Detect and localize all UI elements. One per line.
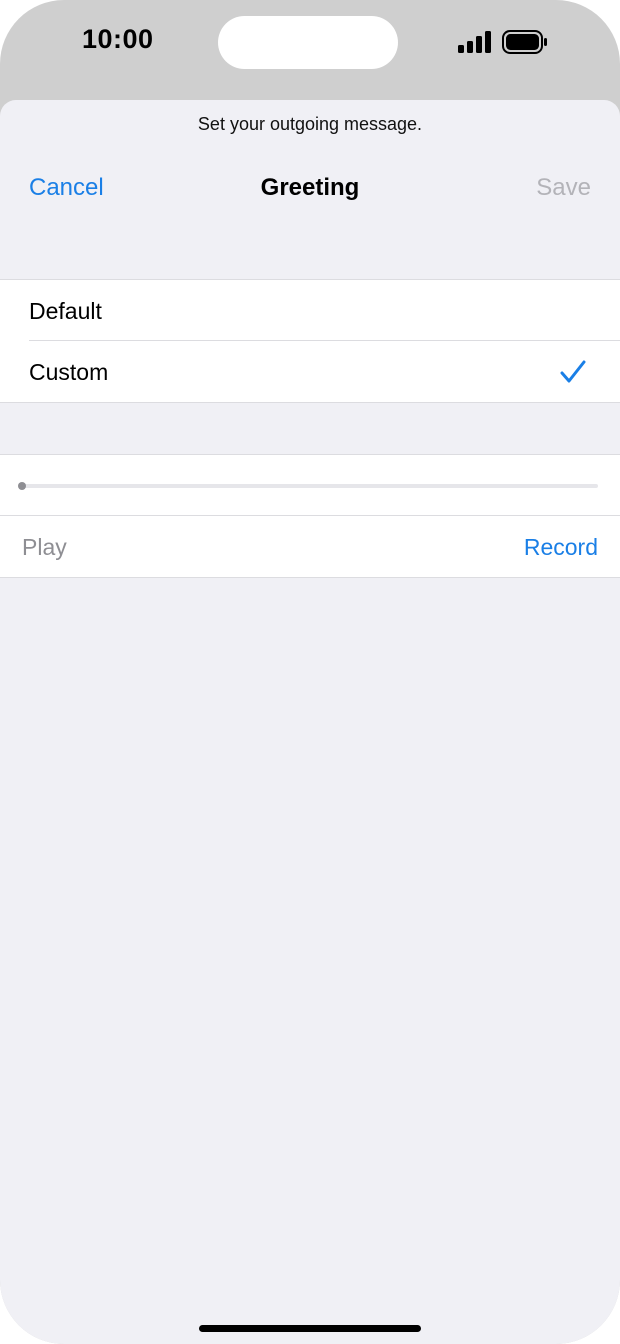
greeting-player: Play Record [0,454,620,578]
home-indicator[interactable] [199,1325,421,1332]
phone-screen: 10:00 Set your outgoing message. Cancel … [0,0,620,1344]
dynamic-island [218,16,398,69]
option-label: Custom [29,359,109,385]
sheet-subtitle: Set your outgoing message. [197,114,423,134]
scrubber-track[interactable] [22,484,598,488]
scrubber-knob[interactable] [18,482,26,490]
option-label: Default [29,298,102,324]
player-controls: Play Record [0,516,620,577]
greeting-sheet: Set your outgoing message. Cancel Greeti… [0,100,620,1344]
status-bar: 10:00 [0,0,620,100]
option-custom[interactable]: Custom [0,341,620,402]
status-time: 10:00 [82,24,154,54]
cancel-button[interactable]: Cancel [29,174,104,202]
checkmark-icon [560,360,586,383]
play-button[interactable]: Play [22,534,67,561]
option-default[interactable]: Default [0,280,620,341]
record-button[interactable]: Record [524,534,598,561]
cellular-signal-icon [458,31,491,53]
battery-full-icon [502,30,547,54]
playback-scrubber[interactable] [0,455,620,516]
greeting-options-list: Default Custom [0,279,620,403]
save-button[interactable]: Save [536,174,591,202]
